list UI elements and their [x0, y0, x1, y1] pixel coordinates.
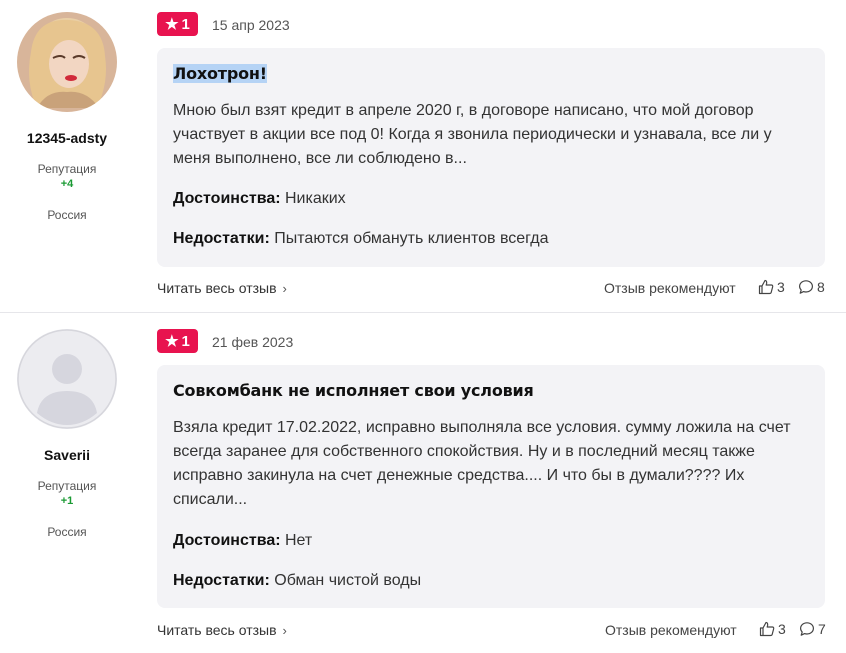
pros-value: Нет — [285, 532, 313, 549]
comment-bubble-icon — [799, 280, 813, 294]
avatar[interactable] — [17, 12, 117, 112]
user-photo-icon — [17, 12, 117, 112]
cons-label: Недостатки: — [173, 230, 270, 247]
review-card: Saverii Репутация +1 Россия ★ 1 21 фев 2… — [0, 313, 846, 653]
rating-value: 1 — [181, 332, 190, 350]
read-more-link[interactable]: Читать весь отзыв › — [157, 622, 287, 638]
reputation-value: +1 — [60, 495, 74, 507]
review-text: Взяла кредит 17.02.2022, исправно выполн… — [173, 419, 791, 508]
comments-button[interactable]: 8 — [798, 279, 825, 295]
rating-badge: ★ 1 — [157, 12, 198, 36]
cons-value: Обман чистой воды — [274, 572, 422, 589]
review-date: 15 апр 2023 — [212, 17, 290, 33]
review-body[interactable]: Совкомбанк не исполняет свои условия Взя… — [157, 365, 825, 608]
recommend-label: Отзыв рекомендуют — [604, 280, 736, 296]
read-more-link[interactable]: Читать весь отзыв › — [157, 280, 287, 296]
reputation-value: +4 — [60, 178, 74, 190]
comments-button[interactable]: 7 — [799, 621, 826, 637]
pros: Достоинства: Нет — [173, 532, 312, 550]
recommend-label: Отзыв рекомендуют — [605, 622, 737, 638]
review-title-text: Лохотрон! — [173, 64, 267, 83]
pros-value: Никаких — [285, 190, 346, 207]
rating-badge: ★ 1 — [157, 329, 198, 353]
chevron-right-icon: › — [282, 622, 287, 638]
star-icon: ★ — [165, 15, 179, 33]
pros-label: Достоинства: — [173, 190, 281, 207]
likes-button[interactable]: 3 — [759, 621, 786, 637]
reputation-label: Репутация — [37, 479, 97, 493]
thumbs-up-icon — [759, 621, 775, 637]
review-body[interactable]: Лохотрон! Мною был взят кредит в апреле … — [157, 48, 825, 267]
username[interactable]: 12345-adsty — [0, 130, 134, 146]
comment-bubble-icon — [800, 622, 814, 636]
likes-button[interactable]: 3 — [758, 279, 785, 295]
cons: Недостатки: Пытаются обмануть клиентов в… — [173, 230, 549, 248]
pros-label: Достоинства: — [173, 532, 281, 549]
review-card: 12345-adsty Репутация +4 Россия ★ 1 15 а… — [0, 0, 846, 312]
likes-count: 3 — [778, 621, 786, 637]
pros: Достоинства: Никаких — [173, 190, 346, 208]
avatar[interactable] — [17, 329, 117, 429]
rating-value: 1 — [181, 15, 190, 33]
read-more-label: Читать весь отзыв — [157, 622, 277, 638]
review-title[interactable]: Лохотрон! — [173, 64, 267, 83]
cons-label: Недостатки: — [173, 572, 270, 589]
likes-count: 3 — [777, 279, 785, 295]
star-icon: ★ — [165, 332, 179, 350]
review-date: 21 фев 2023 — [212, 334, 294, 350]
country: Россия — [47, 208, 87, 222]
default-avatar-icon — [17, 329, 117, 429]
review-title[interactable]: Совкомбанк не исполняет свои условия — [173, 381, 534, 400]
review-text: Мною был взят кредит в апреле 2020 г, в … — [173, 102, 772, 167]
comments-count: 7 — [818, 621, 826, 637]
chevron-right-icon: › — [282, 280, 287, 296]
comments-count: 8 — [817, 279, 825, 295]
username[interactable]: Saverii — [0, 447, 134, 463]
reputation-label: Репутация — [37, 162, 97, 176]
cons: Недостатки: Обман чистой воды — [173, 572, 421, 590]
cons-value: Пытаются обмануть клиентов всегда — [274, 230, 549, 247]
thumbs-up-icon — [758, 279, 774, 295]
read-more-label: Читать весь отзыв — [157, 280, 277, 296]
country: Россия — [47, 525, 87, 539]
